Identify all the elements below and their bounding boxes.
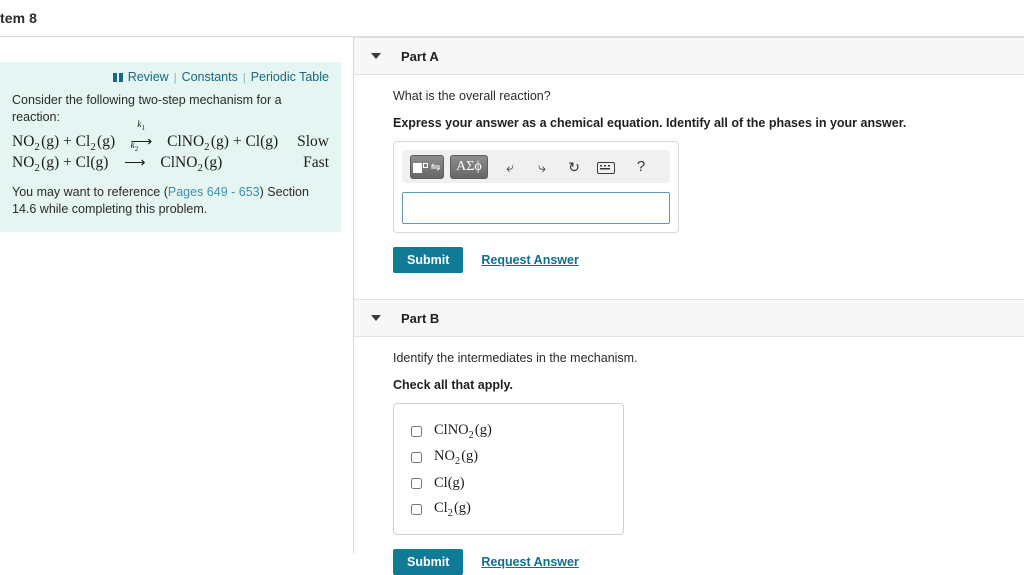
part-a-request-answer-link[interactable]: Request Answer	[481, 253, 578, 267]
part-a-instruction: Express your answer as a chemical equati…	[393, 116, 907, 130]
review-link-label: Review	[127, 70, 169, 84]
choice-label: Cl2 (g)	[434, 499, 471, 519]
choice-option[interactable]: ClNO2 (g)	[394, 418, 623, 444]
problem-prompt: Consider the following two-step mechanis…	[12, 93, 282, 124]
template-glyph-icon: ⇋	[413, 161, 441, 173]
mechanism-step-2: NO2 (g) + Cl(g) k2 ⟶ ClNO2 (g) Fast	[12, 141, 329, 174]
help-icon[interactable]: ?	[628, 159, 654, 174]
answer-column: Part A What is the overall reaction? Exp…	[354, 37, 1024, 575]
step2-speed: Fast	[303, 153, 329, 171]
choice-label: NO2 (g)	[434, 447, 479, 467]
mechanism-block: NO2 (g) + Cl2 (g) k1 ⟶ ClNO2 (g) + Cl(g)…	[12, 120, 329, 174]
choice-option[interactable]: NO2 (g)	[394, 444, 623, 470]
link-separator-1: |	[173, 72, 177, 84]
step2-products: ClNO2 (g)	[160, 153, 223, 174]
step2-reactants: NO2 (g) + Cl(g)	[12, 153, 109, 174]
part-a-header[interactable]: Part A	[354, 37, 1024, 75]
choice-label: ClNO2 (g)	[434, 421, 492, 441]
step2-arrow-glyph: ⟶	[124, 154, 145, 171]
page-title: Item 8	[0, 10, 38, 26]
part-a-question: What is the overall reaction?	[393, 89, 551, 103]
reference-note-pre: You may want to reference (	[12, 184, 168, 199]
step1-rate-constant: k1	[137, 119, 145, 132]
step1-reactants: NO2 (g) + Cl2 (g)	[12, 132, 116, 153]
part-b-label: Part B	[401, 310, 440, 326]
part-b-body: Identify the intermediates in the mechan…	[354, 337, 1024, 575]
book-icon	[112, 73, 124, 82]
part-a-label: Part A	[401, 48, 439, 64]
part-a-answer-input[interactable]	[402, 192, 670, 224]
collapse-caret-icon[interactable]	[371, 53, 381, 59]
step1-speed: Slow	[297, 132, 329, 150]
part-a-body: What is the overall reaction? Express yo…	[354, 75, 1024, 273]
constants-link[interactable]: Constants	[182, 70, 238, 84]
mechanism-step-1: NO2 (g) + Cl2 (g) k1 ⟶ ClNO2 (g) + Cl(g)…	[12, 120, 329, 153]
reference-note: You may want to reference (Pages 649 - 6…	[12, 184, 329, 218]
pages-link[interactable]: Pages 649 - 653	[168, 185, 260, 199]
reset-icon[interactable]: ↻	[561, 160, 587, 174]
greek-symbols-button[interactable]: ΑΣϕ	[450, 154, 488, 179]
problem-column: Review | Constants | Periodic Table Consider…	[0, 37, 354, 553]
part-b-request-answer-link[interactable]: Request Answer	[481, 555, 578, 569]
choice-option[interactable]: Cl2 (g)	[394, 496, 623, 522]
choice-option[interactable]: Cl(g)	[394, 470, 623, 496]
keyboard-icon[interactable]	[593, 159, 619, 174]
math-toolbar: ⇋ ΑΣϕ ⤶ ⤷ ↻ ?	[402, 150, 670, 183]
periodic-table-link[interactable]: Periodic Table	[251, 70, 329, 84]
part-a-submit-button[interactable]: Submit	[393, 247, 464, 273]
choice-checkbox[interactable]	[411, 425, 422, 437]
redo-icon[interactable]: ⤷	[529, 160, 555, 174]
choice-checkbox[interactable]	[411, 451, 422, 463]
reference-links: Review | Constants | Periodic Table	[10, 70, 329, 84]
part-a-submit-row: Submit Request Answer	[393, 247, 1024, 273]
step1-products: ClNO2 (g) + Cl(g)	[167, 132, 279, 153]
review-link[interactable]: Review	[112, 70, 169, 84]
link-separator-2: |	[242, 72, 246, 84]
part-a-answer-widget: ⇋ ΑΣϕ ⤶ ⤷ ↻ ?	[393, 141, 679, 233]
problem-panel: Review | Constants | Periodic Table Consider…	[0, 62, 341, 232]
choice-checkbox[interactable]	[411, 503, 422, 515]
part-b-header[interactable]: Part B	[354, 299, 1024, 337]
part-b-choices: ClNO2 (g) NO2 (g) Cl(g) Cl2 (g)	[393, 403, 624, 535]
part-b-question: Identify the intermediates in the mechan…	[393, 351, 638, 365]
undo-icon[interactable]: ⤶	[497, 160, 523, 174]
part-b-section: Part B Identify the intermediates in the…	[354, 299, 1024, 575]
choice-checkbox[interactable]	[411, 477, 422, 489]
step2-arrow: k2 ⟶	[114, 141, 154, 172]
collapse-caret-icon[interactable]	[371, 315, 381, 321]
item-bar: Item 8	[0, 0, 1024, 37]
step2-rate-constant: k2	[130, 140, 139, 153]
main-split: Review | Constants | Periodic Table Consider…	[0, 37, 1024, 575]
choice-label: Cl(g)	[434, 474, 465, 491]
template-button[interactable]: ⇋	[410, 154, 444, 179]
part-b-instruction: Check all that apply.	[393, 378, 513, 392]
